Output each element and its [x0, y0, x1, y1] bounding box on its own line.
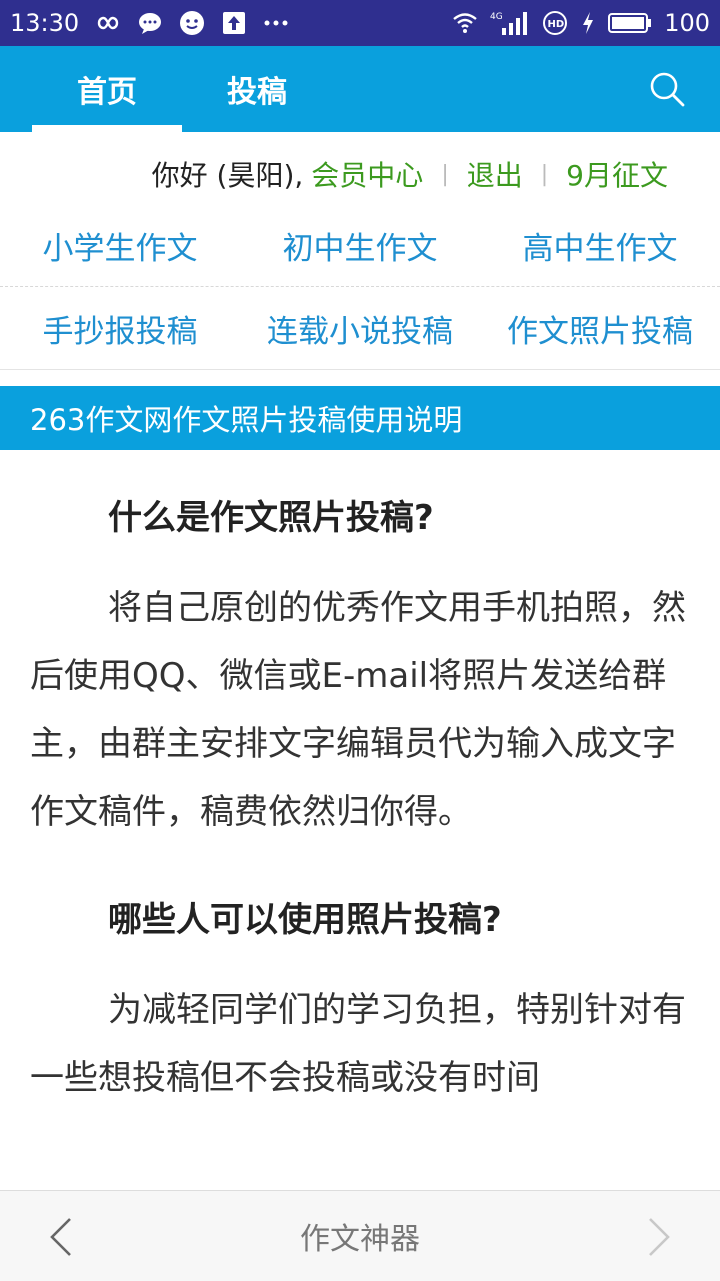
app-title: 作文神器	[300, 1222, 420, 1257]
chevron-left-icon	[50, 1218, 71, 1256]
category-primary-essay[interactable]: 小学生作文	[0, 223, 240, 268]
answer-paragraph: 为减轻同学们的学习负担，特别针对有一些想投稿但不会投稿或没有时间	[30, 990, 686, 1098]
status-bar: 13:30 4G HD 100	[0, 0, 720, 46]
chevron-right-icon	[649, 1218, 670, 1256]
more-dots-icon	[263, 10, 289, 36]
question-heading: 哪些人可以使用照片投稿?	[108, 900, 502, 940]
category-handwritten-newspaper[interactable]: 手抄报投稿	[0, 306, 240, 351]
upload-icon	[221, 10, 247, 36]
category-serial-novel[interactable]: 连载小说投稿	[240, 306, 480, 351]
battery-level: 100	[664, 9, 710, 37]
bottom-bar: 作文神器	[0, 1190, 720, 1281]
separator: |	[540, 161, 549, 187]
answer-paragraph: 将自己原创的优秀作文用手机拍照，然后使用QQ、微信或E-mail将照片发送给群主…	[30, 588, 686, 832]
member-center-link[interactable]: 会员中心	[311, 154, 423, 194]
category-high-essay[interactable]: 高中生作文	[480, 223, 720, 268]
active-tab-indicator	[32, 125, 182, 132]
tab-submit[interactable]: 投稿	[182, 46, 332, 132]
logout-link[interactable]: 退出	[467, 154, 523, 194]
battery-icon	[608, 10, 652, 36]
article-body: 什么是作文照片投稿? 将自己原创的优秀作文用手机拍照，然后使用QQ、微信或E-m…	[30, 470, 686, 1152]
contest-link[interactable]: 9月征文	[566, 154, 668, 194]
hd-icon: HD	[542, 10, 568, 36]
wifi-icon	[452, 10, 478, 36]
question-heading: 什么是作文照片投稿?	[108, 498, 434, 538]
chat-bubble-icon	[137, 10, 163, 36]
category-row: 小学生作文 初中生作文 高中生作文	[0, 204, 720, 287]
user-bar: 你好 (昊阳), 会员中心 | 退出 | 9月征文	[0, 150, 720, 198]
separator: |	[441, 161, 449, 187]
infinity-icon	[95, 10, 121, 36]
back-button[interactable]	[44, 1215, 80, 1259]
svg-text:HD: HD	[548, 19, 565, 30]
search-icon	[650, 72, 685, 107]
category-middle-essay[interactable]: 初中生作文	[240, 223, 480, 268]
category-essay-photo[interactable]: 作文照片投稿	[480, 306, 720, 351]
signal-icon: 4G	[490, 10, 530, 36]
status-time: 13:30	[10, 9, 80, 37]
forward-button[interactable]	[640, 1215, 676, 1259]
network-type: 4G	[490, 12, 503, 22]
search-button[interactable]	[648, 70, 686, 108]
category-grid: 小学生作文 初中生作文 高中生作文 手抄报投稿 连载小说投稿 作文照片投稿	[0, 204, 720, 370]
greeting-text: 你好 (昊阳),	[151, 159, 304, 192]
section-title: 263作文网作文照片投稿使用说明	[0, 386, 720, 450]
category-row: 手抄报投稿 连载小说投稿 作文照片投稿	[0, 287, 720, 370]
wechat-icon	[179, 10, 205, 36]
top-nav: 首页 投稿	[0, 46, 720, 132]
charging-icon	[580, 10, 596, 36]
tab-home[interactable]: 首页	[32, 46, 182, 132]
